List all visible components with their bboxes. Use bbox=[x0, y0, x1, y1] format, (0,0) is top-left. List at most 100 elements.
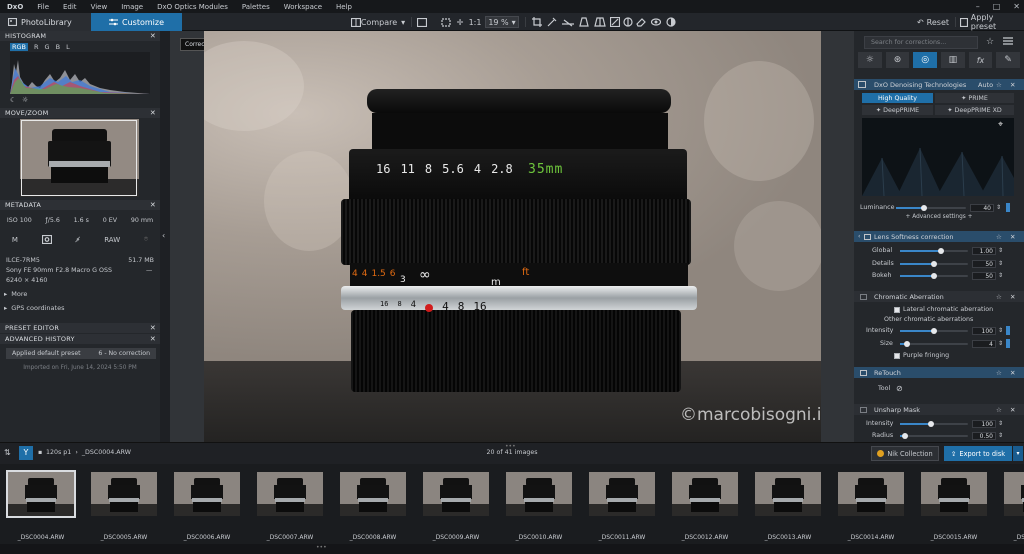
stepper-icon[interactable]: ⇕ bbox=[998, 260, 1003, 267]
compare-button[interactable]: Compare ▾ bbox=[361, 16, 405, 28]
export-dropdown[interactable]: ▾ bbox=[1013, 446, 1023, 461]
unsharp-intensity-slider[interactable] bbox=[900, 421, 968, 427]
stepper-icon[interactable]: ⇕ bbox=[998, 420, 1003, 427]
color-tab-icon[interactable]: ⊛ bbox=[885, 52, 910, 68]
white-balance-icon[interactable] bbox=[623, 16, 633, 28]
unsharp-intensity-value[interactable]: 100 bbox=[972, 420, 996, 428]
close-icon[interactable]: ✕ bbox=[150, 32, 156, 40]
reset-marker-icon[interactable] bbox=[1006, 339, 1010, 348]
zoom-1to1-button[interactable]: 1:1 bbox=[469, 16, 482, 28]
move-icon[interactable]: ✛ bbox=[455, 16, 465, 28]
denoise-preview[interactable]: ⌖ bbox=[862, 118, 1014, 196]
maximize-icon[interactable]: □ bbox=[993, 0, 1001, 13]
fit-screen-icon[interactable] bbox=[440, 16, 452, 28]
unsharp-radius-slider[interactable] bbox=[900, 433, 968, 439]
preset-editor-header[interactable]: PRESET EDITOR ✕ bbox=[0, 323, 160, 333]
gps-toggle[interactable]: ▸ GPS coordinates bbox=[4, 304, 64, 312]
channel-b[interactable]: B bbox=[56, 43, 60, 51]
unsharp-radius-value[interactable]: 0.50 bbox=[972, 432, 996, 440]
menu-file[interactable]: File bbox=[30, 3, 56, 11]
close-icon[interactable]: ✕ bbox=[150, 109, 156, 117]
navigator-preview[interactable] bbox=[20, 119, 139, 197]
close-icon[interactable]: ✕ bbox=[150, 201, 156, 209]
lateral-ca-checkbox[interactable] bbox=[894, 306, 900, 313]
channel-r[interactable]: R bbox=[34, 43, 39, 51]
film-thumbnail[interactable] bbox=[257, 472, 323, 516]
retouch-header[interactable]: ReTouch ☆ ✕ bbox=[854, 367, 1024, 378]
drag-handle-icon[interactable]: ••• bbox=[316, 544, 327, 551]
eyedropper-icon[interactable] bbox=[547, 16, 557, 28]
bandage-icon[interactable]: ⊘ bbox=[896, 384, 903, 393]
stepper-icon[interactable]: ⇕ bbox=[998, 247, 1003, 254]
advanced-history-header[interactable]: ADVANCED HISTORY ✕ bbox=[0, 334, 160, 344]
compare-icon[interactable] bbox=[351, 16, 361, 28]
nik-collection-button[interactable]: Nik Collection bbox=[871, 446, 939, 461]
film-thumbnail[interactable] bbox=[340, 472, 406, 516]
crop-icon[interactable] bbox=[532, 16, 542, 28]
star-icon[interactable]: ☆ bbox=[996, 233, 1002, 241]
advanced-settings-link[interactable]: + Advanced settings + bbox=[854, 214, 1024, 220]
close-icon[interactable]: ✕ bbox=[1010, 233, 1015, 241]
channel-rgb[interactable]: RGB bbox=[10, 43, 29, 51]
toggle-icon[interactable] bbox=[864, 233, 871, 240]
chevron-left-icon[interactable]: ‹ bbox=[858, 233, 860, 240]
film-thumbnail[interactable] bbox=[174, 472, 240, 516]
channel-l[interactable]: L bbox=[66, 43, 70, 51]
more-toggle[interactable]: ▸ More bbox=[4, 290, 27, 298]
luminance-value[interactable]: 40 bbox=[970, 204, 994, 212]
denoise-high-quality[interactable]: High Quality bbox=[862, 93, 933, 103]
breadcrumb-folder[interactable]: 120s p1 bbox=[46, 449, 71, 456]
filmstrip-scroll-area[interactable]: ••• bbox=[0, 544, 1024, 554]
close-icon[interactable]: ✕ bbox=[1010, 81, 1015, 89]
bokeh-value[interactable]: 50 bbox=[972, 272, 996, 280]
star-icon[interactable]: ☆ bbox=[996, 369, 1002, 377]
star-icon[interactable]: ☆ bbox=[996, 406, 1002, 414]
drag-handle-icon[interactable]: ••• bbox=[505, 443, 516, 450]
menu-palettes[interactable]: Palettes bbox=[235, 3, 277, 11]
denoise-deepprime-xd[interactable]: ✦ DeepPRIME XD bbox=[935, 105, 1014, 115]
film-thumbnail[interactable] bbox=[589, 472, 655, 516]
ca-intensity-value[interactable]: 100 bbox=[972, 327, 996, 335]
eye-icon[interactable] bbox=[651, 16, 661, 28]
tab-photolibrary[interactable]: PhotoLibrary bbox=[0, 13, 91, 31]
global-slider[interactable] bbox=[900, 248, 968, 254]
close-window-icon[interactable]: ✕ bbox=[1013, 0, 1020, 13]
stepper-icon[interactable]: ⇕ bbox=[998, 272, 1003, 279]
details-value[interactable]: 50 bbox=[972, 260, 996, 268]
apply-preset-button[interactable]: Apply preset bbox=[960, 13, 1020, 31]
denoise-mode[interactable]: Auto bbox=[978, 81, 993, 89]
history-step[interactable]: Applied default preset 6 - No correction bbox=[6, 348, 156, 359]
zoom-select[interactable]: 19 % ▾ bbox=[485, 16, 519, 28]
stepper-icon[interactable]: ⇕ bbox=[998, 327, 1003, 334]
eraser-icon[interactable] bbox=[636, 16, 646, 28]
star-icon[interactable]: ☆ bbox=[986, 37, 994, 47]
bokeh-slider[interactable] bbox=[900, 273, 968, 279]
moon-icon[interactable]: ☾ bbox=[10, 96, 16, 104]
search-corrections-input[interactable]: Search for corrections... bbox=[864, 36, 978, 49]
purple-fringing-checkbox[interactable] bbox=[894, 352, 900, 359]
denoise-deepprime[interactable]: ✦ DeepPRIME bbox=[862, 105, 933, 115]
close-icon[interactable]: ✕ bbox=[150, 324, 156, 332]
sun-icon[interactable]: ☼ bbox=[22, 96, 28, 104]
channel-g[interactable]: G bbox=[45, 43, 50, 51]
crosshair-icon[interactable]: ⌖ bbox=[998, 120, 1003, 130]
histogram-header[interactable]: HISTOGRAM ✕ bbox=[0, 31, 160, 41]
stepper-icon[interactable]: ⇕ bbox=[998, 340, 1003, 347]
menu-optics-modules[interactable]: DxO Optics Modules bbox=[150, 3, 235, 11]
histogram-toggle-icon[interactable] bbox=[666, 16, 676, 28]
lens-softness-header[interactable]: ‹ Lens Softness correction ☆ ✕ bbox=[854, 231, 1024, 242]
close-icon[interactable]: ✕ bbox=[150, 335, 156, 343]
film-thumbnail[interactable] bbox=[423, 472, 489, 516]
light-tab-icon[interactable]: ☼ bbox=[858, 52, 882, 68]
film-thumbnail[interactable] bbox=[506, 472, 572, 516]
ca-intensity-slider[interactable] bbox=[900, 328, 968, 334]
perspective-8pt-icon[interactable] bbox=[594, 16, 606, 28]
luminance-slider[interactable] bbox=[896, 205, 966, 211]
film-thumbnail[interactable] bbox=[838, 472, 904, 516]
minimize-icon[interactable]: – bbox=[976, 0, 980, 13]
toggle-icon[interactable] bbox=[860, 369, 867, 376]
film-thumbnail[interactable] bbox=[91, 472, 157, 516]
split-view-icon[interactable] bbox=[417, 16, 427, 28]
menu-view[interactable]: View bbox=[84, 3, 115, 11]
film-thumbnail[interactable] bbox=[1004, 472, 1024, 516]
